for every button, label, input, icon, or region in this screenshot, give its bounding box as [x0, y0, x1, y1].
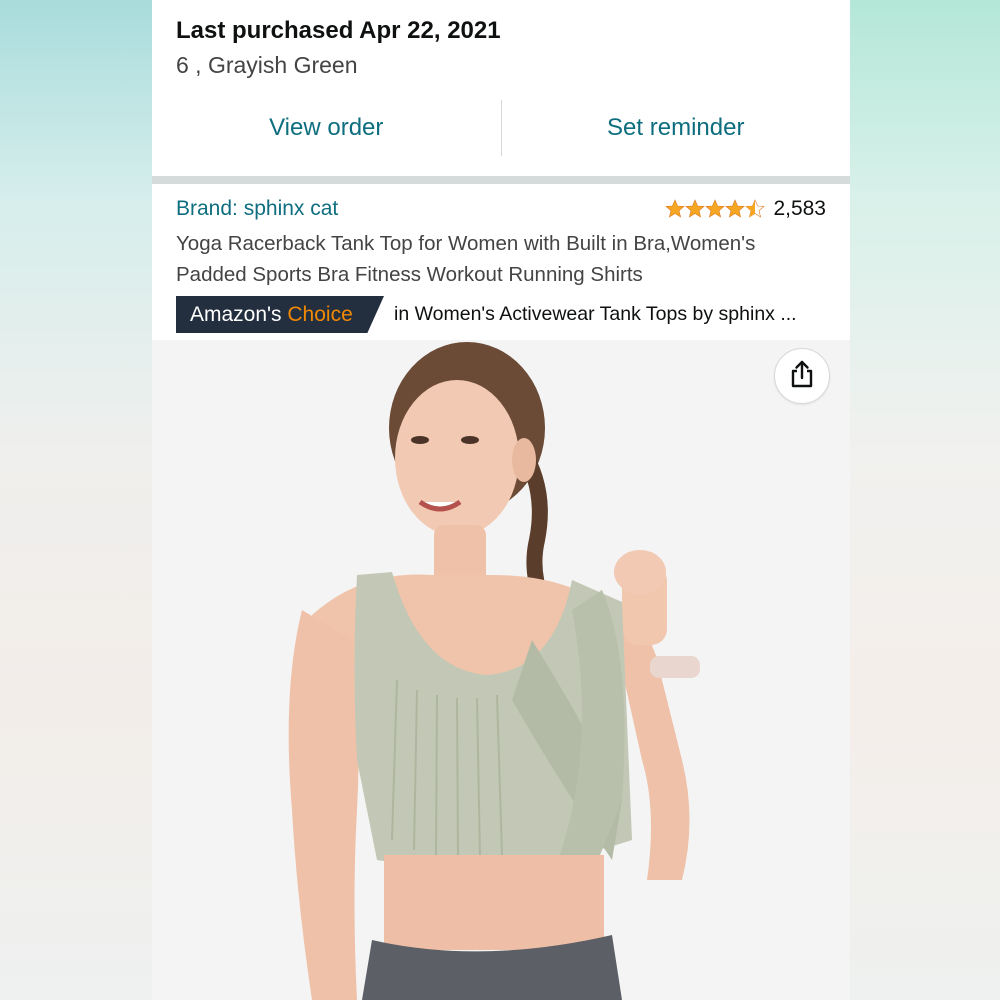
star-icon: [665, 199, 686, 219]
brand-link[interactable]: Brand: sphinx cat: [176, 197, 338, 221]
rating-stars: [665, 199, 766, 219]
half-star-icon: [745, 199, 766, 219]
app-screen: Last purchased Apr 22, 2021 6 , Grayish …: [152, 0, 850, 1000]
set-reminder-button[interactable]: Set reminder: [502, 100, 851, 156]
section-separator: [152, 176, 850, 184]
amazons-choice-row: Amazon's Choice in Women's Activewear Ta…: [176, 296, 826, 333]
product-image-area[interactable]: [152, 340, 850, 1000]
star-icon: [725, 199, 746, 219]
purchase-actions: View order Set reminder: [152, 100, 850, 156]
purchased-variant: 6 , Grayish Green: [176, 52, 358, 78]
star-icon: [705, 199, 726, 219]
last-purchased-title: Last purchased Apr 22, 2021: [176, 17, 501, 44]
product-info: Brand: sphinx cat 2,583 Yoga Racerback T…: [152, 184, 850, 342]
share-icon: [787, 359, 817, 394]
view-order-button[interactable]: View order: [152, 100, 501, 156]
star-icon: [685, 199, 706, 219]
product-title[interactable]: Yoga Racerback Tank Top for Women with B…: [176, 228, 826, 290]
badge-prefix: Amazon's: [190, 302, 288, 326]
left-background-panel: [0, 0, 152, 1000]
product-image: [152, 340, 850, 1000]
rating[interactable]: 2,583: [665, 197, 826, 221]
choice-category[interactable]: in Women's Activewear Tank Tops by sphin…: [394, 303, 797, 326]
badge-highlight: Choice: [287, 302, 353, 326]
amazons-choice-badge: Amazon's Choice: [176, 296, 384, 333]
right-background-panel: [850, 0, 1000, 1000]
rating-count: 2,583: [773, 197, 826, 220]
purchase-history-card: Last purchased Apr 22, 2021 6 , Grayish …: [152, 0, 850, 176]
share-button[interactable]: [774, 348, 830, 404]
